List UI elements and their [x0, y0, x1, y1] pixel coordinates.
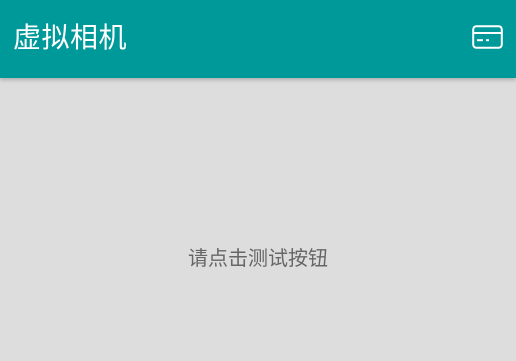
app-window: 虚拟相机 请点击测试按钮 [0, 0, 516, 361]
credit-card-icon [471, 25, 503, 49]
toolbar: 虚拟相机 [0, 0, 516, 78]
card-action-button[interactable] [466, 16, 508, 58]
main-content: 请点击测试按钮 [0, 78, 516, 361]
page-title: 虚拟相机 [13, 21, 128, 54]
test-hint-text: 请点击测试按钮 [188, 246, 328, 270]
